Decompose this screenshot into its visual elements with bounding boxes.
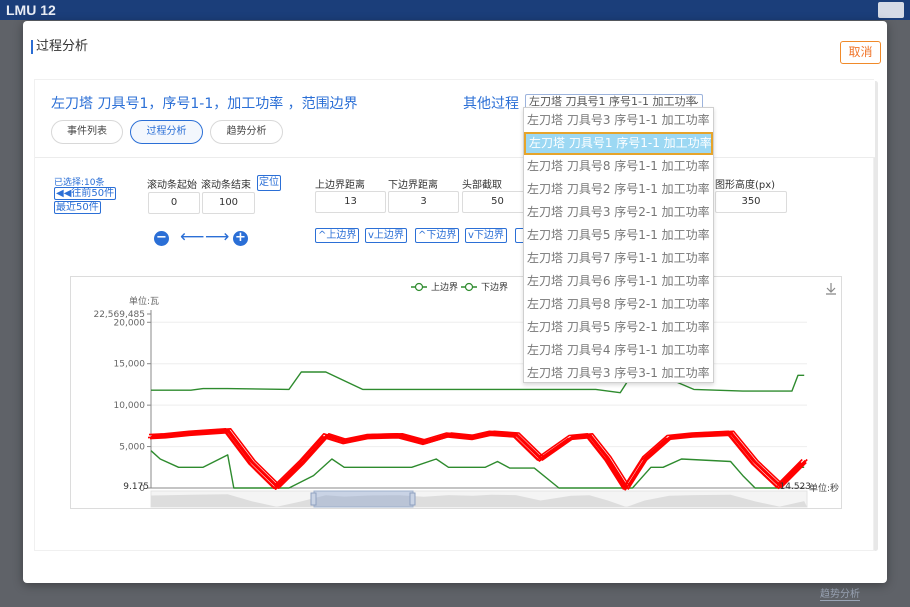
dropdown-option[interactable]: 左刀塔 刀具号4 序号1-1 加工功率 [524, 339, 713, 362]
process-analysis-modal: 过程分析 取消 左刀塔 刀具号1，序号1-1，加工功率 ，范围边界 其他过程 左… [23, 21, 887, 583]
bound-button-label: 上边界 [326, 230, 357, 241]
y-tick-label: 10,000 [114, 401, 146, 411]
upper-bound-down-button[interactable]: v上边界 [365, 228, 407, 243]
locate-button[interactable]: 定位 [257, 175, 281, 191]
bound-button-label: 下边界 [473, 230, 504, 241]
dropdown-option[interactable]: 左刀塔 刀具号2 序号1-1 加工功率 [524, 178, 713, 201]
signal-line [150, 430, 805, 489]
dropdown-option[interactable]: 左刀塔 刀具号3 序号3-1 加工功率 [524, 362, 713, 385]
tab-process-analysis[interactable]: 过程分析 [130, 120, 203, 144]
prev50-label: 往前50件 [71, 188, 115, 199]
zoom-slider-handle-right [409, 492, 416, 506]
download-icon [826, 283, 836, 295]
zoom-slider-window [313, 490, 414, 508]
other-process-label: 其他过程 [463, 96, 519, 112]
background-trend-link: 趋势分析 [820, 585, 860, 601]
zoom-in-icon[interactable]: + [233, 231, 248, 246]
scroll-end-input[interactable]: 100 [202, 192, 255, 214]
y-tick-label: 20,000 [114, 318, 146, 328]
x-start-label: 9.175 [123, 482, 149, 492]
dropdown-option[interactable]: 左刀塔 刀具号3 序号1-1 加工功率 [524, 109, 713, 132]
legend-marker [414, 282, 424, 292]
dropdown-option[interactable]: 左刀塔 刀具号5 序号2-1 加工功率 [524, 316, 713, 339]
analysis-panel-inner: 左刀塔 刀具号1，序号1-1，加工功率 ，范围边界 其他过程 左刀塔 刀具号1 … [34, 79, 875, 551]
tab-trend-analysis[interactable]: 趋势分析 [210, 120, 283, 144]
dropdown-option[interactable]: 左刀塔 刀具号7 序号1-1 加工功率 [524, 247, 713, 270]
rewind-icon: ◀◀ [56, 188, 72, 199]
dropdown-option[interactable]: 左刀塔 刀具号8 序号1-1 加工功率 [524, 155, 713, 178]
upper-distance-label: 上边界距离 [315, 180, 365, 191]
x-end-label: 14.523 [780, 482, 812, 492]
page-heading: 左刀塔 刀具号1，序号1-1，加工功率 ，范围边界 [51, 96, 358, 112]
dropdown-option[interactable]: 左刀塔 刀具号5 序号1-1 加工功率 [524, 224, 713, 247]
scroll-start-input[interactable]: 0 [148, 192, 200, 214]
arrow-right-icon[interactable]: ⟶ [205, 229, 229, 246]
download-icon-path [826, 283, 836, 295]
zoom-slider-handle-left [310, 492, 317, 506]
y-axis-label: 单位:瓦 [129, 295, 159, 307]
bound-button-label: 下边界 [426, 230, 457, 241]
y-tick-label: 15,000 [114, 360, 146, 370]
graph-height-input[interactable]: 350 [715, 191, 787, 213]
background-topbar: LMU 12 [0, 0, 910, 20]
arrow-left-icon[interactable]: ⟵ [180, 229, 204, 246]
dropdown-option[interactable]: 左刀塔 刀具号1 序号1-1 加工功率 [524, 132, 713, 155]
upper-bound-up-button[interactable]: ^上边界 [315, 228, 360, 243]
legend-marker [464, 282, 474, 292]
legend-label: 下边界 [481, 282, 508, 293]
dropdown-option[interactable]: 左刀塔 刀具号8 序号2-1 加工功率 [524, 293, 713, 316]
dropdown-option[interactable]: 左刀塔 刀具号3 序号2-1 加工功率 [524, 201, 713, 224]
graph-height-label: 图形高度(px) [715, 180, 776, 191]
y-tick-label: 5,000 [119, 443, 145, 453]
head-cut-label: 头部截取 [462, 180, 502, 191]
recent50-button[interactable]: 最近50件 [54, 201, 101, 214]
lower-bound-up-button[interactable]: ^下边界 [415, 228, 460, 243]
lower-distance-label: 下边界距离 [388, 180, 438, 191]
header-band: 左刀塔 刀具号1，序号1-1，加工功率 ，范围边界 其他过程 左刀塔 刀具号1 … [35, 80, 875, 158]
x-axis-label: 单位:秒 [809, 482, 839, 494]
upper-distance-input[interactable]: 13 [315, 191, 386, 213]
zoom-out-icon[interactable]: − [154, 231, 169, 246]
tab-event-list[interactable]: 事件列表 [51, 120, 123, 144]
bound-button-label: 上边界 [373, 230, 404, 241]
prev50-button[interactable]: ◀◀往前50件 [54, 187, 117, 200]
legend-label: 上边界 [431, 282, 458, 293]
scroll-start-label: 滚动条起始 [147, 180, 197, 191]
modal-title: 过程分析 [31, 40, 88, 54]
dropdown-option[interactable]: 左刀塔 刀具号6 序号1-1 加工功率 [524, 270, 713, 293]
lower-bound-down-button[interactable]: v下边界 [465, 228, 507, 243]
background-app-title: LMU 12 [6, 2, 56, 18]
background-logo-icon [878, 2, 904, 18]
scroll-end-label: 滚动条结束 [201, 180, 251, 191]
analysis-panel: 左刀塔 刀具号1，序号1-1，加工功率 ，范围边界 其他过程 左刀塔 刀具号1 … [34, 79, 875, 551]
process-chart: 22,569,485 20,000 15,000 10,000 5,000 0 单位:瓦 单位… [70, 276, 842, 509]
lower-distance-input[interactable]: 3 [388, 191, 459, 213]
other-process-dropdown: 左刀塔 刀具号3 序号1-1 加工功率 左刀塔 刀具号1 序号1-1 加工功率 左刀… [523, 107, 714, 383]
chart-svg: 22,569,48520,00015,00010,0005,0000单位:瓦单位… [93, 282, 839, 508]
cancel-button[interactable]: 取消 [840, 41, 881, 64]
